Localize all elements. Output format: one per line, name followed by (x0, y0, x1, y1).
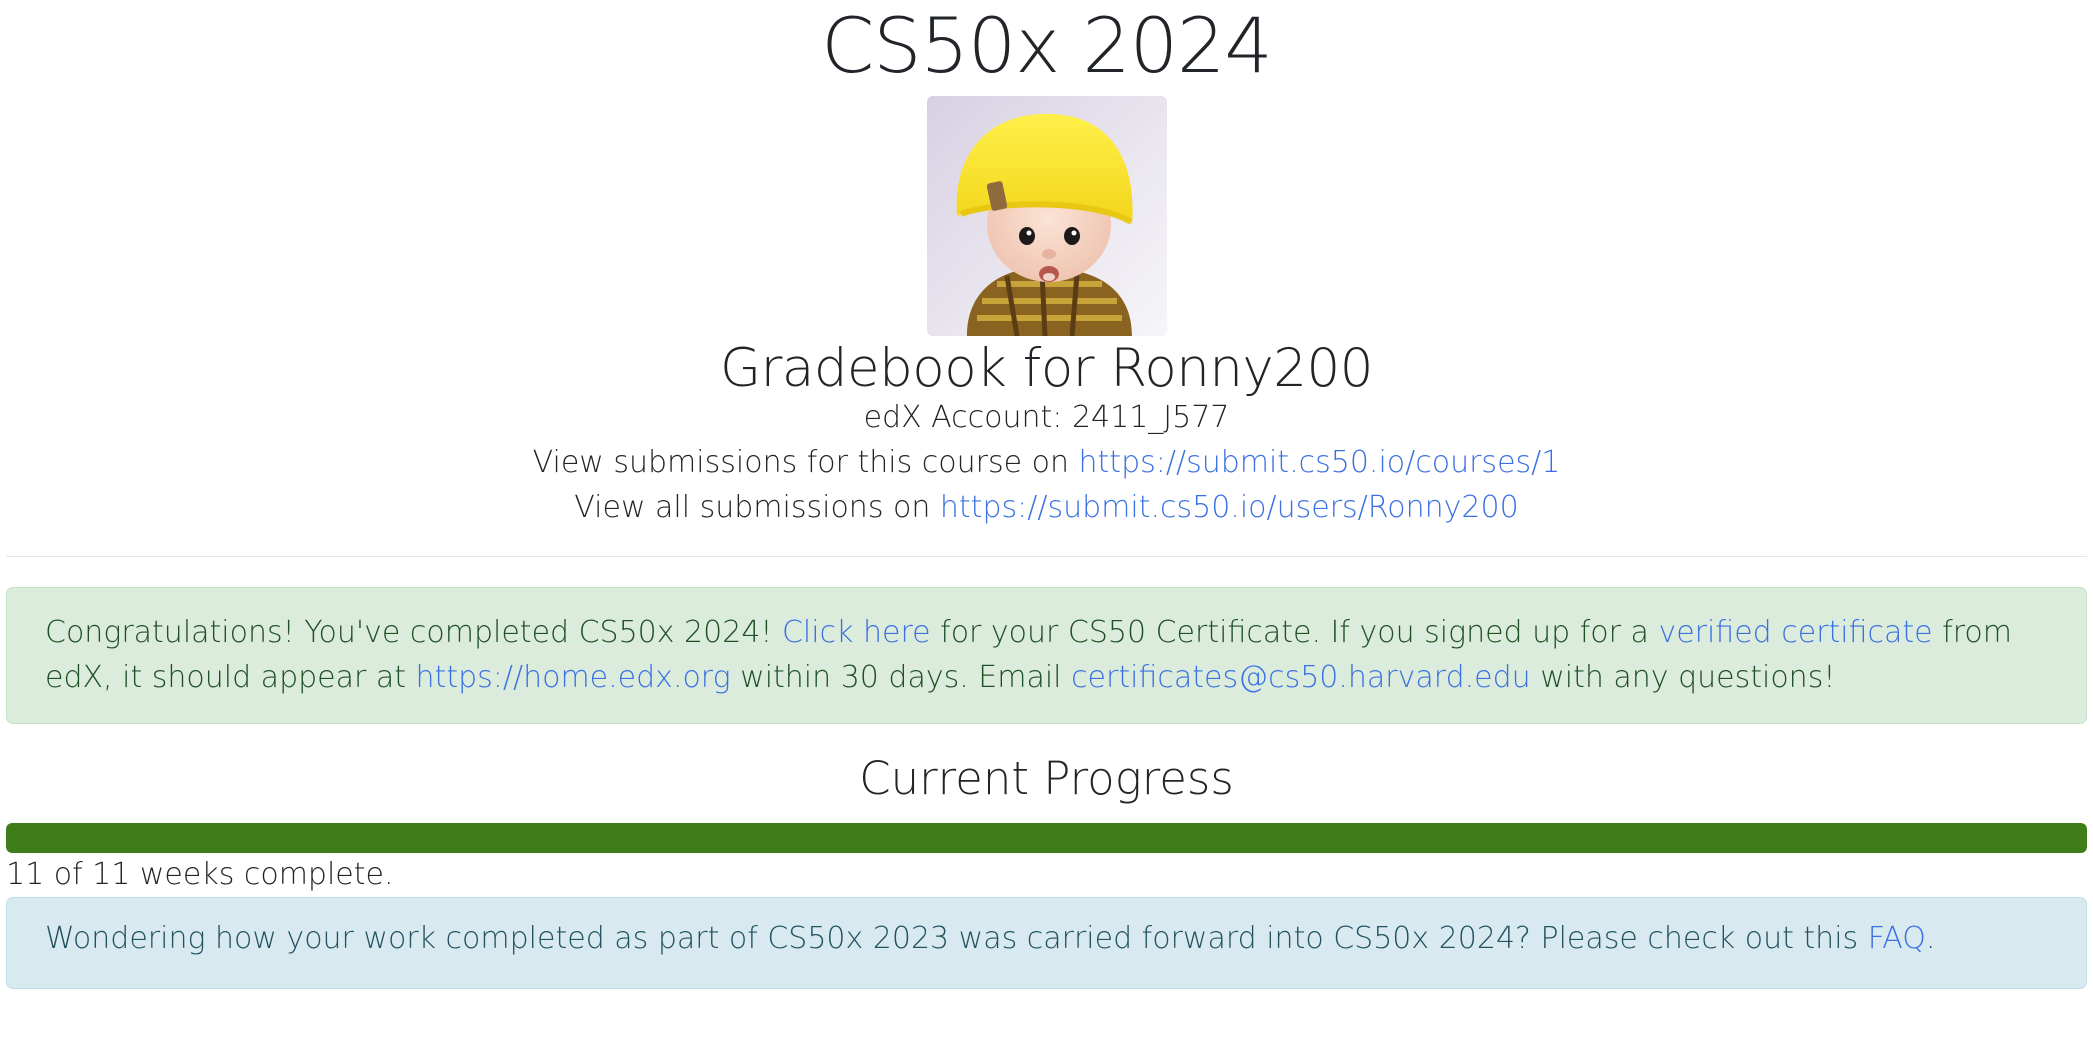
congrats-text-5: with any questions! (1530, 660, 1836, 695)
current-progress-title: Current Progress (859, 752, 1234, 805)
certificate-click-here-link[interactable]: Click here (782, 615, 931, 650)
progress-bar-fill (6, 823, 2087, 853)
congrats-text-1: Congratulations! You've completed CS50x … (45, 615, 782, 650)
all-submissions-prefix: View all submissions on (574, 490, 940, 525)
gradebook-title: Gradebook for Ronny200 (720, 338, 1373, 399)
edx-account-line: edX Account: 2411_J577 (863, 400, 1230, 435)
info-alert-text: Wondering how your work completed as par… (45, 921, 1868, 956)
baby-portrait-image (926, 96, 1167, 336)
certificates-email-link[interactable]: certificates@cs50.harvard.edu (1071, 660, 1531, 695)
progress-bar (6, 823, 2087, 853)
course-title: CS50x 2024 (821, 1, 1273, 90)
congrats-text-4: within 30 days. Email (730, 660, 1072, 695)
all-submissions-line: View all submissions on https://submit.c… (6, 485, 2087, 530)
carry-forward-info-alert: Wondering how your work completed as par… (6, 897, 2087, 989)
course-submissions-line: View submissions for this course on http… (6, 440, 2087, 485)
faq-link[interactable]: FAQ (1868, 921, 1926, 956)
verified-certificate-link[interactable]: verified certificate (1658, 615, 1932, 650)
edx-home-link[interactable]: https://home.edx.org (416, 660, 731, 695)
divider (6, 556, 2087, 557)
progress-status-text: 11 of 11 weeks complete. (6, 857, 394, 892)
info-alert-period: . (1925, 921, 1936, 956)
avatar (926, 96, 1167, 336)
all-submissions-link[interactable]: https://submit.cs50.io/users/Ronny200 (940, 490, 1519, 525)
course-submissions-link[interactable]: https://submit.cs50.io/courses/1 (1079, 445, 1561, 480)
congratulations-alert: Congratulations! You've completed CS50x … (6, 587, 2087, 724)
course-submissions-prefix: View submissions for this course on (532, 445, 1079, 480)
congrats-text-2: for your CS50 Certificate. If you signed… (930, 615, 1659, 650)
gradebook-page: CS50x 2024 Gradebook for Ronny200 edX Ac… (6, 0, 2087, 989)
